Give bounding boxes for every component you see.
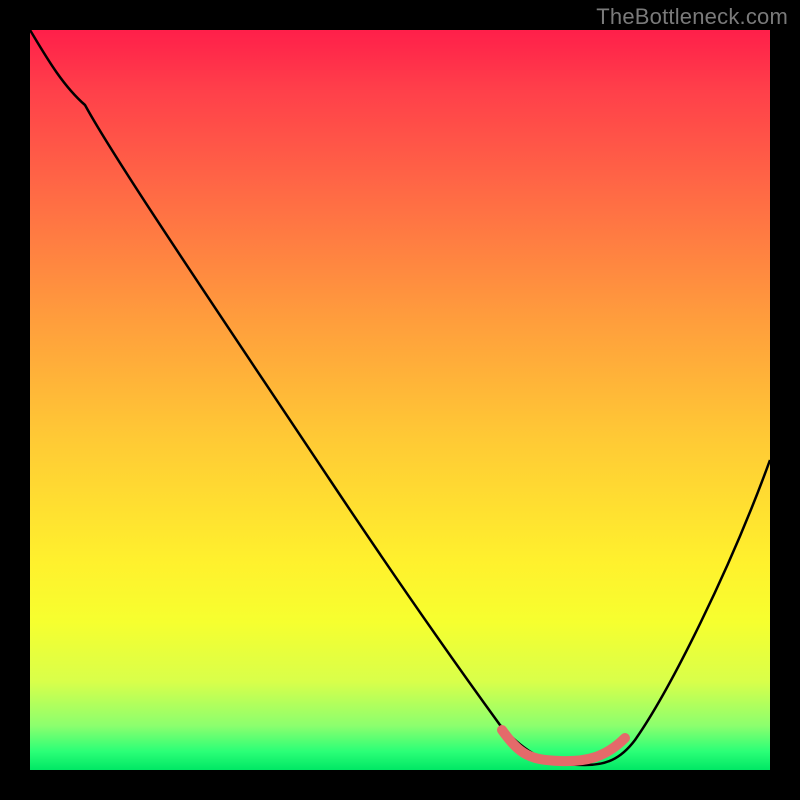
valley-marker [502, 730, 625, 761]
plot-area [30, 30, 770, 770]
chart-svg [30, 30, 770, 770]
outer-frame: TheBottleneck.com [0, 0, 800, 800]
watermark-text: TheBottleneck.com [596, 4, 788, 30]
mismatch-curve [30, 30, 770, 765]
